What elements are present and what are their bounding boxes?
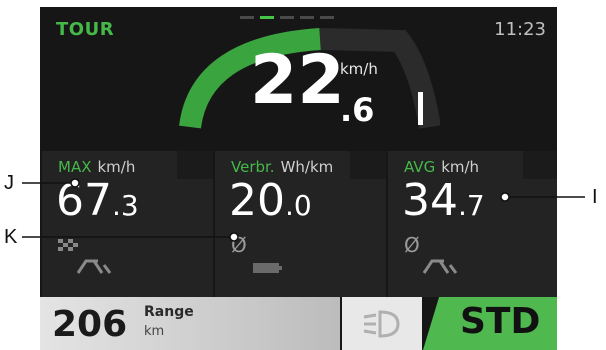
callout-lines <box>22 178 585 242</box>
callout-i: I <box>592 186 598 208</box>
callout-k: K <box>4 226 18 248</box>
callout-j: J <box>4 172 14 194</box>
